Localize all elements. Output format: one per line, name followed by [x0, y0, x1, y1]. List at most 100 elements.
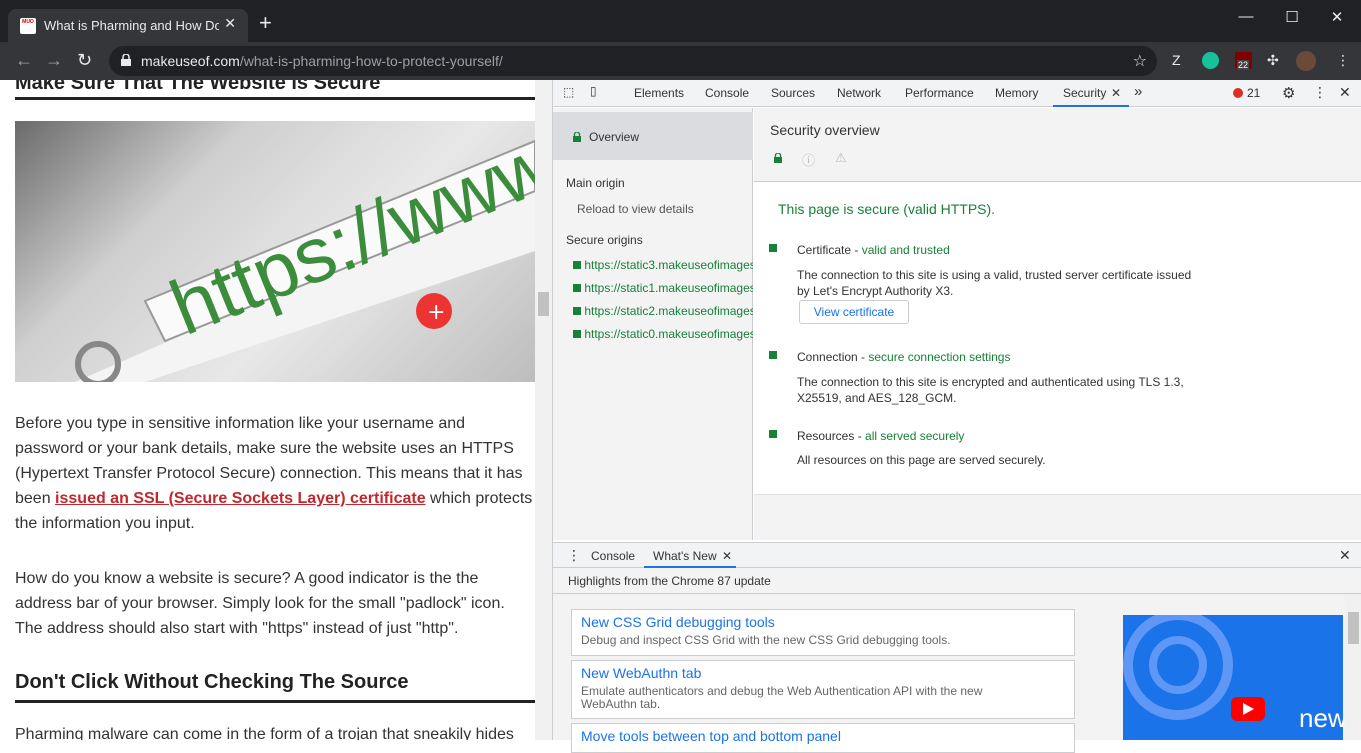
back-icon[interactable]: ← [15, 50, 33, 71]
extensions-puzzle-icon[interactable]: ✣ [1267, 52, 1279, 69]
address-bar[interactable]: makeuseof.com/what-is-pharming-how-to-pr… [109, 46, 1157, 76]
connection-status-icon [769, 351, 777, 359]
browser-toolbar: ← → ↻ makeuseof.com/what-is-pharming-how… [0, 42, 1361, 80]
reload-to-view-details[interactable]: Reload to view details [577, 202, 694, 216]
overview-label: Overview [589, 130, 640, 144]
svg-text:+: + [427, 300, 445, 325]
ssl-certificate-link[interactable]: issued an SSL (Secure Sockets Layer) cer… [55, 490, 426, 507]
drawer-tab-whats-new[interactable]: What's New [653, 549, 717, 563]
grammarly-extension-icon[interactable] [1202, 52, 1219, 69]
overview-footer [754, 494, 1361, 540]
maximize-button[interactable]: ☐ [1277, 8, 1307, 26]
forward-icon[interactable]: → [45, 50, 63, 71]
minimize-button[interactable]: — [1231, 8, 1261, 25]
devtools-close-icon[interactable]: ✕ [1339, 84, 1351, 101]
secure-lock-icon [774, 153, 782, 163]
error-count[interactable]: 21 [1247, 86, 1260, 100]
url-host: makeuseof.com [141, 53, 240, 69]
resources-description: All resources on this page are served se… [797, 453, 1046, 467]
resources-label: Resources - [797, 429, 866, 443]
connection-label: Connection - [797, 350, 869, 364]
drawer-scrollbar[interactable] [1345, 594, 1361, 740]
browser-tab[interactable]: MUO What is Pharming and How Do You ✕ [8, 9, 248, 42]
promo-text: new [1299, 703, 1343, 733]
highlights-text: Highlights from the Chrome 87 update [568, 574, 771, 588]
menu-kebab-icon[interactable]: ⋮ [1336, 52, 1350, 69]
tab-memory[interactable]: Memory [995, 86, 1038, 100]
secure-square-icon [573, 307, 581, 315]
drawer-tab-console[interactable]: Console [591, 549, 635, 563]
origin-url: https://static0.makeuseofimages.com [584, 327, 753, 341]
https-hero-image: https://www + [15, 121, 535, 382]
paragraph-malware: Pharming malware can come in the form of… [15, 726, 514, 740]
sidebar-item-origin[interactable]: https://static0.makeuseofimages.com [573, 327, 753, 341]
drawer-menu-icon[interactable]: ⋮ [567, 547, 581, 564]
page-scrollbar[interactable] [535, 80, 552, 740]
close-window-button[interactable]: ✕ [1322, 8, 1352, 26]
more-tabs-icon[interactable]: » [1134, 83, 1142, 100]
tab-console[interactable]: Console [705, 86, 749, 100]
resources-heading: Resources - all served securely [797, 429, 964, 443]
resources-status: all served securely [865, 429, 965, 443]
sidebar-item-overview[interactable]: Overview [553, 112, 753, 160]
zotero-extension-icon[interactable]: Z [1172, 52, 1181, 68]
profile-avatar[interactable] [1296, 51, 1316, 71]
site-favicon-icon: MUO [20, 18, 36, 34]
new-tab-button[interactable]: + [259, 12, 272, 34]
security-sidebar: Overview Main origin Reload to view deta… [553, 108, 753, 540]
whats-new-item-title: New WebAuthn tab [581, 665, 702, 681]
devtools-menu-icon[interactable]: ⋮ [1313, 84, 1327, 101]
origin-url: https://static3.makeuseofimages.com [584, 258, 753, 272]
sidebar-item-origin[interactable]: https://static2.makeuseofimages.com [573, 304, 753, 318]
drawer-close-icon[interactable]: ✕ [1339, 547, 1351, 564]
section-heading-source: Don't Click Without Checking The Source [15, 671, 409, 693]
tab-security-close-icon[interactable]: ✕ [1111, 86, 1121, 100]
section-heading-secure: Make Sure That The Website is Secure [15, 80, 381, 94]
whats-new-promo-video[interactable]: new [1123, 615, 1343, 740]
whats-new-item[interactable]: Move tools between top and bottom panel [571, 723, 1075, 753]
devtools-panel: ⬚ ▯ Elements Console Sources Network Per… [552, 80, 1361, 753]
ublock-extension-icon[interactable]: 22 [1235, 52, 1252, 70]
tab-security[interactable]: Security [1063, 86, 1106, 100]
reload-icon[interactable]: ↻ [77, 50, 92, 71]
view-certificate-button[interactable]: View certificate [799, 300, 909, 324]
active-tab-indicator [1053, 105, 1129, 107]
page-scrollbar-thumb[interactable] [538, 292, 549, 316]
overview-lock-icon [573, 132, 581, 142]
web-page: Make Sure That The Website is Secure htt… [0, 80, 552, 740]
certificate-heading: Certificate - valid and trusted [797, 243, 950, 257]
warning-icon: ⚠ [835, 150, 847, 165]
url-path: /what-is-pharming-how-to-protect-yoursel… [239, 53, 503, 69]
whats-new-item-title: New CSS Grid debugging tools [581, 614, 775, 630]
resources-status-icon [769, 430, 777, 438]
certificate-status: valid and trusted [861, 243, 950, 257]
tab-sources[interactable]: Sources [771, 86, 815, 100]
device-toolbar-icon[interactable]: ▯ [590, 84, 597, 98]
whats-new-item[interactable]: New CSS Grid debugging tools Debug and i… [571, 609, 1075, 656]
secure-square-icon [573, 261, 581, 269]
whats-new-body: New CSS Grid debugging tools Debug and i… [553, 594, 1361, 753]
sidebar-item-origin[interactable]: https://static1.makeuseofimages.com [573, 281, 753, 295]
tab-elements[interactable]: Elements [634, 86, 684, 100]
drawer-tab-close-icon[interactable]: ✕ [722, 549, 732, 563]
settings-gear-icon[interactable]: ⚙ [1282, 84, 1295, 102]
whats-new-header: Highlights from the Chrome 87 update [553, 568, 1361, 594]
certificate-description: The connection to this site is using a v… [797, 268, 1192, 298]
inspect-element-icon[interactable]: ⬚ [563, 85, 574, 99]
tab-close-icon[interactable]: ✕ [224, 15, 236, 32]
whats-new-item[interactable]: New WebAuthn tab Emulate authenticators … [571, 660, 1075, 719]
bookmark-star-icon[interactable]: ☆ [1133, 51, 1147, 71]
tab-performance[interactable]: Performance [905, 86, 974, 100]
tab-network[interactable]: Network [837, 86, 881, 100]
info-icon: ⓘ [802, 153, 816, 168]
drawer-scrollbar-thumb[interactable] [1348, 612, 1359, 644]
extension-badge: 22 [1237, 60, 1250, 70]
lock-icon [121, 54, 131, 66]
origin-url: https://static2.makeuseofimages.com [584, 304, 753, 318]
connection-description: The connection to this site is encrypted… [797, 375, 1184, 405]
certificate-label: Certificate - [797, 243, 862, 257]
heading-rule [15, 97, 535, 100]
security-overview-header: Security overview ⓘ ⚠ [754, 108, 1361, 182]
sidebar-item-origin[interactable]: https://static3.makeuseofimages.com [573, 258, 753, 272]
main-origin-label: Main origin [566, 176, 625, 190]
